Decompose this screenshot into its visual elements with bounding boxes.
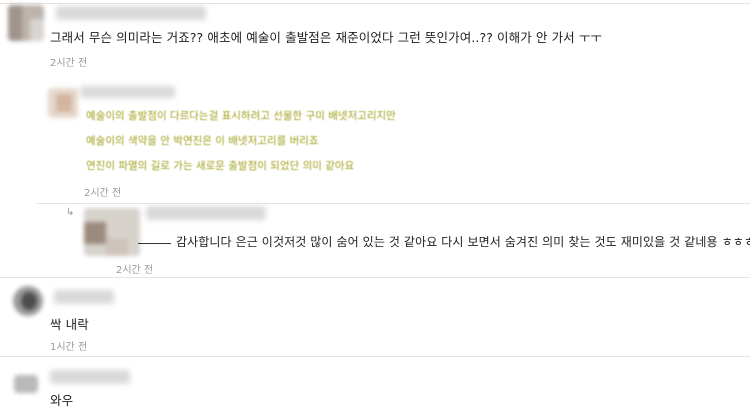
comment-time: 2시간 전 <box>50 58 88 69</box>
author-name-blurred[interactable] <box>54 290 114 304</box>
mention-underline <box>138 243 171 244</box>
reply-text-line: 연진이 파멸의 길로 가는 새로운 출발점이 되었단 의미 같아요 <box>86 160 355 172</box>
reply-text-line: 예술이의 색약을 안 박연진은 이 배넷저고리를 버리죠 <box>86 135 319 147</box>
divider <box>0 356 750 357</box>
comment-text: 감사합니다 은근 이것저것 많이 숨어 있는 것 같아요 다시 보면서 숨겨진 … <box>176 235 750 249</box>
comment-thread: 그래서 무슨 의미라는 거죠?? 애초에 예술이 출발점은 재준이었다 그런 뜻… <box>0 0 750 407</box>
author-name-blurred[interactable] <box>80 86 175 98</box>
avatar[interactable] <box>8 5 44 41</box>
comment-time: 1시간 전 <box>50 342 88 353</box>
avatar[interactable] <box>14 375 38 393</box>
author-name-blurred[interactable] <box>56 6 206 20</box>
comment-time: 2시간 전 <box>84 188 122 199</box>
comment-text: 싹 내락 <box>50 317 89 332</box>
top-border <box>0 0 750 4</box>
author-name-blurred[interactable] <box>50 370 130 384</box>
comment-text: 그래서 무슨 의미라는 거죠?? 애초에 예술이 출발점은 재준이었다 그런 뜻… <box>50 30 603 45</box>
comment-time: 2시간 전 <box>116 265 154 276</box>
divider <box>0 277 750 278</box>
avatar[interactable] <box>84 208 140 256</box>
divider <box>36 203 750 204</box>
avatar[interactable] <box>13 286 43 316</box>
comment-text: 와우 <box>50 393 74 407</box>
author-name-blurred[interactable] <box>146 206 266 220</box>
avatar[interactable] <box>48 88 78 118</box>
reply-text-line: 예술이의 출발점이 다르다는걸 표시하려고 선물한 구미 배넷저고리지만 <box>86 110 396 122</box>
reply-arrow-icon: ↳ <box>66 207 75 218</box>
